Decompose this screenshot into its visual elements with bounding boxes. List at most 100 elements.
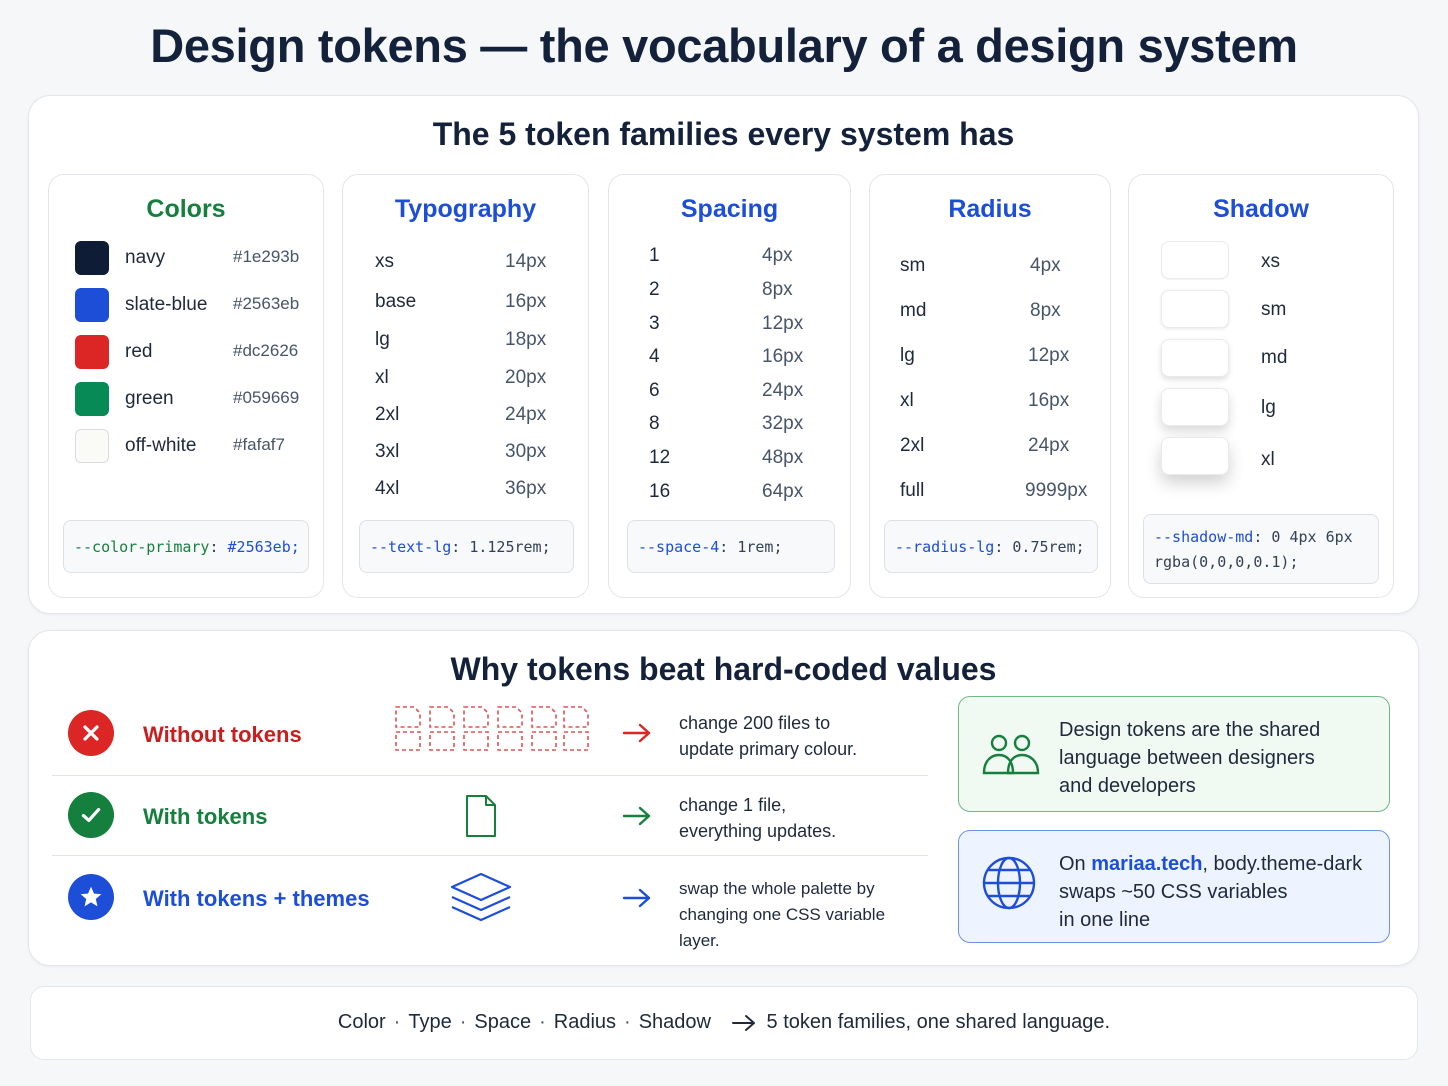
theme-dark-note: On mariaa.tech, body.theme-dark swaps ~5… — [958, 830, 1390, 943]
type-value: 14px — [505, 251, 547, 272]
shadow-sample-xs — [1161, 241, 1229, 279]
note-text: On — [1059, 853, 1092, 875]
note-line: language between designers — [1059, 747, 1315, 769]
shadow-sample-xl — [1161, 437, 1229, 475]
shadow-key: lg — [1261, 397, 1276, 418]
color-hex: #2563eb — [233, 294, 300, 313]
with-tokens-themes-label: With tokens + themes — [143, 886, 370, 911]
space-key: 16 — [649, 481, 671, 502]
layers-icon — [450, 872, 512, 922]
space-value: 8px — [762, 279, 793, 300]
row-with-tokens: With tokens change 1 file, everything up… — [52, 776, 928, 856]
radius-value: 12px — [1028, 345, 1070, 366]
row-divider — [52, 855, 928, 856]
arrow-right-icon — [622, 888, 651, 908]
mariaa-tech-link[interactable]: mariaa.tech — [1091, 853, 1202, 875]
code-token-value: 0.75rem; — [1012, 538, 1085, 556]
radius-key: 2xl — [900, 435, 925, 456]
desc-line: everything updates. — [679, 821, 837, 841]
spacing-code-sample: --space-4: 1rem; — [627, 520, 835, 573]
shared-language-note: Design tokens are the shared language be… — [958, 696, 1390, 812]
without-tokens-desc: change 200 files to update primary colou… — [679, 710, 857, 762]
code-token-value: #2563eb; — [227, 538, 300, 556]
type-value: 36px — [505, 478, 547, 499]
shadow-title: Shadow — [1213, 195, 1309, 223]
color-hex: #fafaf7 — [233, 435, 285, 454]
desc-line: update primary colour. — [679, 739, 858, 759]
space-key: 12 — [649, 447, 671, 468]
with-tokens-desc: change 1 file, everything updates. — [679, 792, 836, 844]
shadow-sample-md — [1161, 339, 1229, 377]
shadow-card: Shadow xs sm md lg xl --shadow-md: 0 4px… — [1128, 174, 1394, 598]
radius-key: sm — [900, 255, 926, 276]
arrow-right-icon — [731, 1015, 755, 1031]
row-without-tokens: Without tokens change 200 files to updat… — [52, 694, 928, 774]
many-files-icon — [395, 706, 589, 751]
space-value: 4px — [762, 245, 793, 266]
single-file-icon — [466, 795, 496, 837]
space-value: 24px — [762, 380, 804, 401]
swatch-red — [75, 335, 109, 369]
typography-title: Typography — [394, 195, 537, 223]
shadow-key: sm — [1261, 299, 1287, 320]
code-token-value: 0 4px 6px — [1271, 528, 1353, 546]
shadow-key: xs — [1261, 251, 1280, 272]
desc-line: swap the whole palette by — [679, 879, 875, 898]
radius-value: 4px — [1030, 255, 1061, 276]
radius-value: 16px — [1028, 390, 1070, 411]
shadow-key: md — [1261, 347, 1288, 368]
typography-card: Typography xs 14px base 16px lg 18px xl 20px… — [342, 174, 589, 598]
desc-line: changing one CSS variable layer. — [679, 905, 886, 950]
code-token-name: --space-4 — [638, 538, 720, 556]
code-token-value-line2: rgba(0,0,0,0.1); — [1154, 553, 1299, 571]
theme-dark-text: On mariaa.tech, body.theme-dark swaps ~5… — [1059, 850, 1362, 934]
footer-item: Shadow — [638, 1011, 711, 1033]
radius-key: full — [900, 480, 925, 501]
radius-code-sample: --radius-lg: 0.75rem; — [884, 520, 1098, 573]
check-circle-icon — [68, 792, 114, 838]
color-hex: #1e293b — [233, 247, 300, 266]
note-line: in one line — [1059, 909, 1151, 931]
swatch-green — [75, 382, 109, 416]
arrow-right-icon — [622, 723, 651, 743]
why-title: Why tokens beat hard-coded values — [450, 651, 997, 687]
with-tokens-themes-desc: swap the whole palette by changing one C… — [679, 876, 928, 954]
space-key: 2 — [649, 279, 660, 300]
main-title: Design tokens — the vocabulary of a desi… — [150, 19, 1298, 72]
families-title: The 5 token families every system has — [432, 116, 1015, 152]
shared-language-text: Design tokens are the shared language be… — [1059, 716, 1320, 800]
space-value: 64px — [762, 481, 804, 502]
color-hex: #dc2626 — [233, 341, 299, 360]
swatch-slate-blue — [75, 288, 109, 322]
space-value: 48px — [762, 447, 804, 468]
space-key: 4 — [649, 346, 660, 367]
color-name: slate-blue — [125, 294, 208, 315]
with-tokens-label: With tokens — [143, 804, 268, 829]
star-circle-icon — [68, 874, 114, 920]
radius-key: xl — [900, 390, 914, 411]
type-key: base — [375, 291, 417, 312]
space-key: 8 — [649, 413, 660, 434]
note-line: swaps ~50 CSS variables — [1059, 881, 1288, 903]
swatch-navy — [75, 241, 109, 275]
type-value: 18px — [505, 329, 547, 350]
desc-line: change 1 file, — [679, 795, 787, 815]
type-key: 4xl — [375, 478, 400, 499]
code-token-name: --radius-lg — [895, 538, 995, 556]
space-key: 1 — [649, 245, 660, 266]
space-value: 12px — [762, 313, 804, 334]
code-token-value: 1rem; — [737, 538, 783, 556]
space-value: 32px — [762, 413, 804, 434]
typography-code-sample: --text-lg: 1.125rem; — [359, 520, 574, 573]
radius-value: 24px — [1028, 435, 1070, 456]
footer-tail: 5 token families, one shared language. — [766, 1011, 1111, 1033]
footer-item: Space — [474, 1011, 532, 1033]
note-line: Design tokens are the shared — [1059, 719, 1321, 741]
space-value: 16px — [762, 346, 804, 367]
radius-value: 9999px — [1025, 480, 1088, 501]
code-token-name: --color-primary — [74, 538, 210, 556]
shadow-sample-lg — [1161, 388, 1229, 426]
shadow-code-sample: --shadow-md: 0 4px 6px rgba(0,0,0,0.1); — [1143, 514, 1379, 584]
radius-value: 8px — [1030, 300, 1061, 321]
shadow-key: xl — [1261, 449, 1275, 470]
